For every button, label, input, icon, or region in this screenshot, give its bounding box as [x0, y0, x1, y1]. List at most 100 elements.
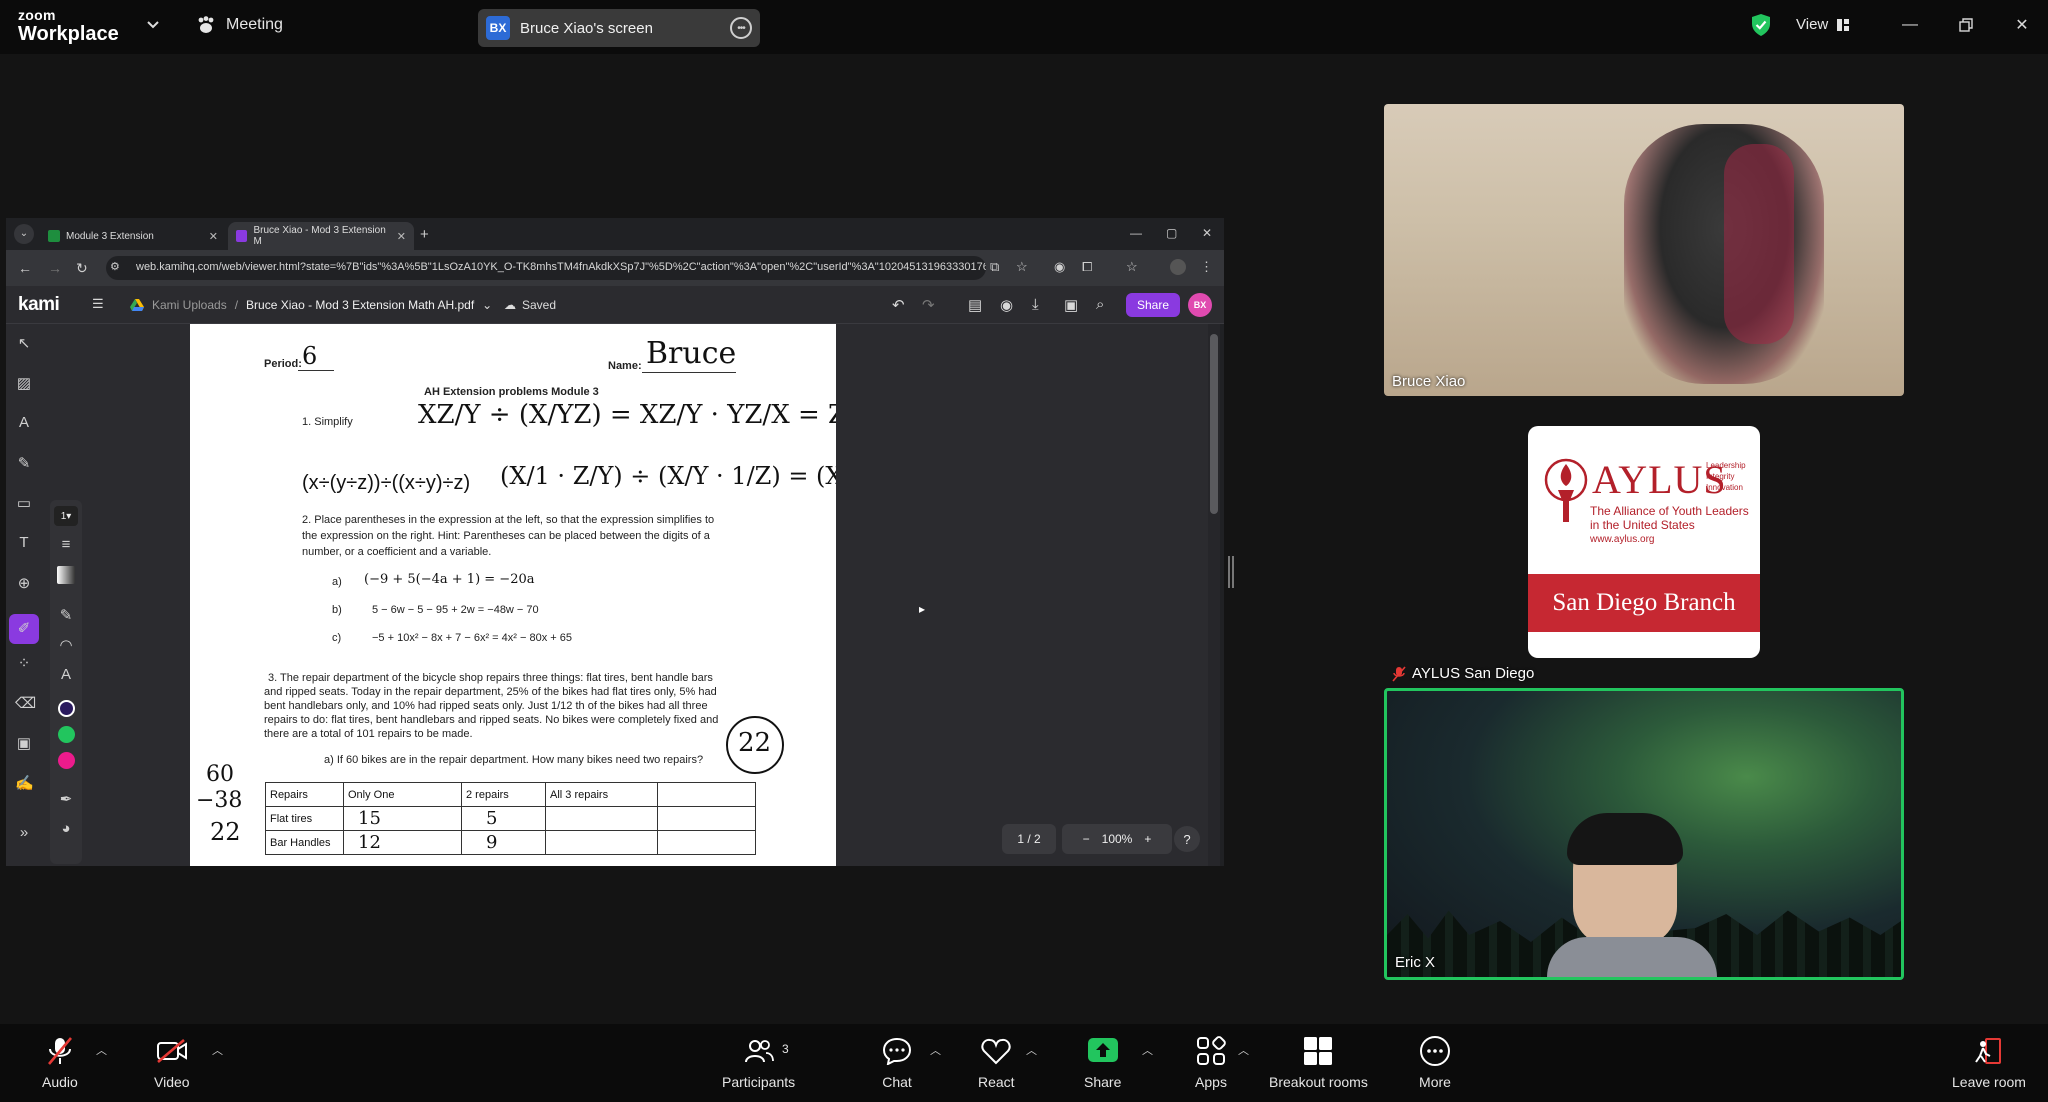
eraser-icon[interactable]: ⌫ — [15, 694, 36, 712]
close-tab-icon[interactable]: ✕ — [209, 230, 218, 243]
color-swatch-green[interactable] — [58, 726, 75, 743]
extensions-puzzle-icon[interactable]: ⧠ — [1082, 259, 1098, 275]
title-bar: zoom Workplace Meeting BX Bruce Xiao's s… — [0, 0, 2048, 54]
help-button[interactable]: ? — [1174, 826, 1200, 852]
minimize-icon[interactable]: — — [1896, 12, 1924, 38]
chevron-down-icon[interactable]: ⌄ — [482, 298, 492, 312]
video-tile-eric[interactable]: Eric X — [1384, 688, 1904, 980]
text-to-speech-icon[interactable]: A — [15, 414, 33, 432]
search-icon[interactable]: ⌕ — [1096, 296, 1104, 313]
audio-button[interactable]: Audio — [42, 1034, 78, 1090]
page-indicator[interactable]: 1 / 2 — [1002, 824, 1056, 854]
chevron-down-icon[interactable] — [146, 18, 160, 32]
install-icon[interactable]: ⧉ — [990, 259, 1006, 275]
stroke-style-icon[interactable]: ≡ — [57, 536, 75, 554]
video-options-caret[interactable]: ︿ — [212, 1042, 223, 1058]
drawing-tool-icon[interactable]: ✐ — [9, 614, 39, 644]
select-tool-icon[interactable]: ↖ — [15, 334, 33, 352]
stroke-size-select[interactable]: 1 ▾ — [54, 506, 78, 526]
file-name[interactable]: Bruce Xiao - Mod 3 Extension Math AH.pdf — [246, 298, 474, 312]
video-button[interactable]: Video — [154, 1034, 190, 1090]
tab-search-icon[interactable]: ⌄ — [14, 224, 34, 244]
more-button[interactable]: More — [1418, 1034, 1452, 1090]
shared-screen-indicator[interactable]: BX Bruce Xiao's screen ••• — [478, 9, 760, 47]
pdf-page[interactable]: Period: 6 Name: Bruce AH Extension probl… — [190, 324, 836, 866]
share-options-caret[interactable]: ︿ — [1142, 1042, 1153, 1058]
apps-options-caret[interactable]: ︿ — [1238, 1042, 1249, 1058]
chat-options-caret[interactable]: ︿ — [930, 1042, 941, 1058]
apps-button[interactable]: Apps — [1194, 1034, 1228, 1090]
expand-rail-icon[interactable]: » — [15, 824, 33, 842]
meeting-info-button[interactable]: Meeting — [196, 16, 283, 34]
eyedropper-icon[interactable]: ✒ — [57, 790, 75, 808]
eye-icon[interactable]: ◉ — [1000, 296, 1013, 314]
zoom-in-button[interactable]: + — [1144, 832, 1151, 846]
close-tab-icon[interactable]: ✕ — [397, 230, 406, 243]
breakout-rooms-button[interactable]: Breakout rooms — [1269, 1034, 1368, 1090]
scrollbar-thumb[interactable] — [1210, 334, 1218, 514]
font-icon[interactable]: A — [57, 666, 75, 684]
audio-options-caret[interactable]: ︿ — [96, 1042, 107, 1058]
share-screen-button[interactable]: Share — [1084, 1034, 1121, 1090]
redo-icon[interactable]: ↷ — [922, 296, 935, 314]
download-icon[interactable]: ⤓ — [1032, 296, 1039, 313]
table-cell: 9 — [461, 830, 546, 855]
extension-icon[interactable]: ◉ — [1054, 259, 1070, 275]
chat-button[interactable]: Chat — [880, 1034, 914, 1090]
image-tool-icon[interactable]: ▨ — [15, 374, 33, 392]
bookmark-star-icon[interactable]: ☆ — [1016, 259, 1032, 275]
signature-icon[interactable]: ✍ — [15, 774, 34, 792]
opacity-icon[interactable] — [57, 566, 75, 584]
sidebar-toggle-icon[interactable]: ☰ — [92, 296, 104, 312]
table-header — [657, 782, 756, 807]
highlighter-icon[interactable]: ✎ — [15, 454, 33, 472]
reading-list-icon[interactable]: ☆ — [1126, 259, 1142, 275]
react-button[interactable]: React — [978, 1034, 1015, 1090]
breadcrumb-root[interactable]: Kami Uploads — [152, 298, 227, 312]
kami-share-button[interactable]: Share — [1126, 293, 1180, 317]
site-info-icon[interactable]: ⚙ — [110, 260, 126, 276]
reload-icon[interactable]: ↻ — [76, 260, 88, 277]
profile-avatar[interactable] — [1170, 259, 1186, 275]
text-tool-icon[interactable]: T — [15, 534, 33, 552]
browser-menu-icon[interactable]: ⋮ — [1200, 259, 1216, 275]
document-icon[interactable]: ▤ — [968, 296, 982, 314]
equation-icon[interactable]: ⊕ — [15, 574, 33, 592]
mouse-cursor: ▸ — [919, 602, 926, 616]
new-tab-icon[interactable]: + — [420, 226, 429, 243]
pdf-scrollbar[interactable] — [1208, 324, 1220, 866]
more-options-icon[interactable]: ••• — [730, 17, 752, 39]
browser-minimize-icon[interactable]: — — [1130, 226, 1142, 240]
leave-room-button[interactable]: Leave room — [1952, 1034, 2026, 1090]
toolbox-icon[interactable]: ▣ — [1064, 296, 1078, 314]
video-tile-bruce[interactable]: Bruce Xiao — [1384, 104, 1904, 396]
pen-icon[interactable]: ✎ — [57, 606, 75, 624]
restore-icon[interactable] — [1952, 12, 1980, 38]
security-shield-icon[interactable] — [1750, 13, 1772, 37]
kami-avatar[interactable]: BX — [1188, 293, 1212, 317]
close-icon[interactable]: ✕ — [2008, 12, 2036, 38]
split-resize-handle[interactable] — [1228, 556, 1234, 588]
tab-module3[interactable]: Module 3 Extension ✕ — [40, 222, 226, 250]
add-media-icon[interactable]: ▣ — [15, 734, 33, 752]
protractor-icon[interactable]: ◠ — [57, 636, 75, 654]
react-options-caret[interactable]: ︿ — [1026, 1042, 1037, 1058]
undo-icon[interactable]: ↶ — [892, 296, 905, 314]
zoom-out-button[interactable]: − — [1083, 832, 1090, 846]
breadcrumb-separator: / — [234, 298, 239, 312]
back-icon[interactable]: ← — [18, 260, 32, 276]
tab-kami-file[interactable]: Bruce Xiao - Mod 3 Extension M ✕ — [228, 222, 414, 250]
palette-icon[interactable]: ◕ — [57, 820, 75, 838]
participants-icon — [742, 1034, 776, 1068]
color-swatch-pink[interactable] — [58, 752, 75, 769]
color-swatch-purple[interactable] — [58, 700, 75, 717]
comment-icon[interactable]: ▭ — [15, 494, 33, 512]
shapes-icon[interactable]: ⁘ — [15, 654, 33, 672]
view-button[interactable]: View — [1796, 16, 1850, 33]
forward-icon[interactable]: → — [48, 260, 62, 276]
browser-close-icon[interactable]: ✕ — [1202, 226, 1212, 240]
zoom-level[interactable]: 100% — [1102, 832, 1133, 846]
browser-restore-icon[interactable]: ▢ — [1166, 226, 1177, 240]
video-tile-aylus[interactable]: AYLUS Leadership Integrity Innovation Th… — [1384, 420, 1904, 688]
url-field[interactable]: web.kamihq.com/web/viewer.html?state=%7B… — [106, 256, 986, 280]
